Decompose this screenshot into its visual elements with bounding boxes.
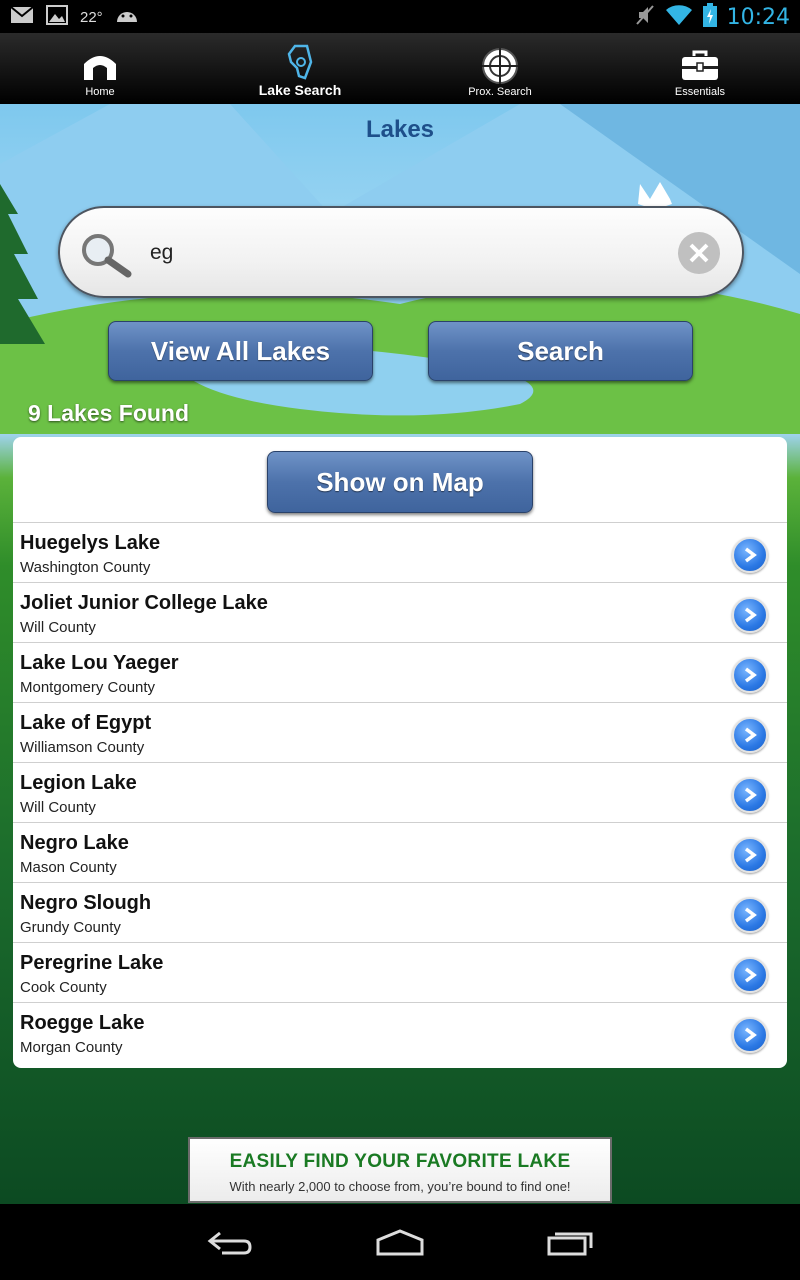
search-box[interactable] <box>58 206 744 298</box>
lake-county: Washington County <box>20 559 151 576</box>
lake-row[interactable]: Roegge Lake Morgan County <box>13 1002 787 1062</box>
nav-prox-search[interactable]: Prox. Search <box>400 33 600 104</box>
gallery-icon <box>46 5 68 30</box>
lake-row[interactable]: Negro Slough Grundy County <box>13 882 787 942</box>
battery-charging-icon <box>702 3 717 32</box>
lake-list: Huegelys Lake Washington County Joliet J… <box>13 522 787 1062</box>
lake-row[interactable]: Negro Lake Mason County <box>13 822 787 882</box>
nav-lake-search[interactable]: Lake Search <box>200 33 400 104</box>
lake-row[interactable]: Lake of Egypt Williamson County <box>13 702 787 762</box>
chevron-right-icon[interactable] <box>732 897 768 933</box>
recent-apps-icon[interactable] <box>535 1220 605 1264</box>
lake-name: Negro Lake <box>20 832 129 854</box>
chevron-right-icon[interactable] <box>732 1017 768 1053</box>
app-nav-bar: Home Lake Search Prox. Search Essentials <box>0 33 800 104</box>
lake-name: Lake Lou Yaeger <box>20 652 179 674</box>
lake-name: Negro Slough <box>20 892 152 914</box>
home-icon <box>78 46 122 86</box>
toolbox-icon <box>678 46 722 86</box>
lake-name: Legion Lake <box>20 772 137 794</box>
chevron-right-icon[interactable] <box>732 837 768 873</box>
lake-county: Mason County <box>20 859 117 876</box>
lake-name: Peregrine Lake <box>20 952 164 974</box>
lake-row[interactable]: Huegelys Lake Washington County <box>13 522 787 582</box>
main-content: Lakes View All Lakes Search 9 Lakes Foun… <box>0 104 800 1204</box>
lake-row[interactable]: Lake Lou Yaeger Montgomery County <box>13 642 787 702</box>
wifi-icon <box>665 4 693 31</box>
lake-name: Roegge Lake <box>20 1012 145 1034</box>
nav-lake-search-label: Lake Search <box>258 82 342 98</box>
view-all-lakes-button[interactable]: View All Lakes <box>108 321 373 381</box>
chevron-right-icon[interactable] <box>732 597 768 633</box>
temperature-text: 22° <box>80 9 103 26</box>
lake-name: Lake of Egypt <box>20 712 152 734</box>
lake-name: Joliet Junior College Lake <box>20 592 268 614</box>
gmail-icon <box>10 6 34 29</box>
crosshair-icon <box>478 46 522 86</box>
promo-banner[interactable]: EASILY FIND YOUR FAVORITE LAKE With near… <box>188 1137 612 1203</box>
lake-county: Morgan County <box>20 1039 123 1056</box>
lake-county: Cook County <box>20 979 107 996</box>
home-nav-icon[interactable] <box>365 1220 435 1264</box>
clear-search-icon[interactable] <box>678 232 720 274</box>
lake-county: Montgomery County <box>20 679 156 696</box>
chevron-right-icon[interactable] <box>732 657 768 693</box>
nav-home[interactable]: Home <box>0 33 200 104</box>
lake-row[interactable]: Legion Lake Will County <box>13 762 787 822</box>
search-input[interactable] <box>148 240 652 266</box>
nav-essentials-label: Essentials <box>674 86 726 98</box>
status-bar: 22° 10:24 <box>0 0 800 33</box>
search-button[interactable]: Search <box>428 321 693 381</box>
results-count: 9 Lakes Found <box>28 400 190 426</box>
banner-subtitle: With nearly 2,000 to choose from, you’re… <box>229 1179 571 1194</box>
chevron-right-icon[interactable] <box>732 537 768 573</box>
status-time: 10:24 <box>726 5 790 30</box>
show-on-map-button[interactable]: Show on Map <box>267 451 533 513</box>
lake-county: Grundy County <box>20 919 121 936</box>
mute-icon <box>635 4 655 31</box>
lake-county: Will County <box>20 619 96 636</box>
results-panel: Show on Map Huegelys Lake Washington Cou… <box>13 437 787 1068</box>
system-nav-bar <box>0 1204 800 1280</box>
nav-prox-search-label: Prox. Search <box>468 86 532 98</box>
chevron-right-icon[interactable] <box>732 957 768 993</box>
nav-home-label: Home <box>85 86 115 98</box>
lake-row[interactable]: Peregrine Lake Cook County <box>13 942 787 1002</box>
page-title: Lakes <box>365 116 435 143</box>
chevron-right-icon[interactable] <box>732 717 768 753</box>
banner-title: EASILY FIND YOUR FAVORITE LAKE <box>229 1151 571 1172</box>
back-icon[interactable] <box>195 1220 265 1264</box>
lake-county: Williamson County <box>20 739 145 756</box>
android-icon <box>115 6 139 29</box>
illinois-map-icon <box>278 42 322 82</box>
nav-essentials[interactable]: Essentials <box>600 33 800 104</box>
search-icon <box>80 232 134 283</box>
chevron-right-icon[interactable] <box>732 777 768 813</box>
lake-name: Huegelys Lake <box>20 532 161 554</box>
lake-county: Will County <box>20 799 96 816</box>
lake-row[interactable]: Joliet Junior College Lake Will County <box>13 582 787 642</box>
